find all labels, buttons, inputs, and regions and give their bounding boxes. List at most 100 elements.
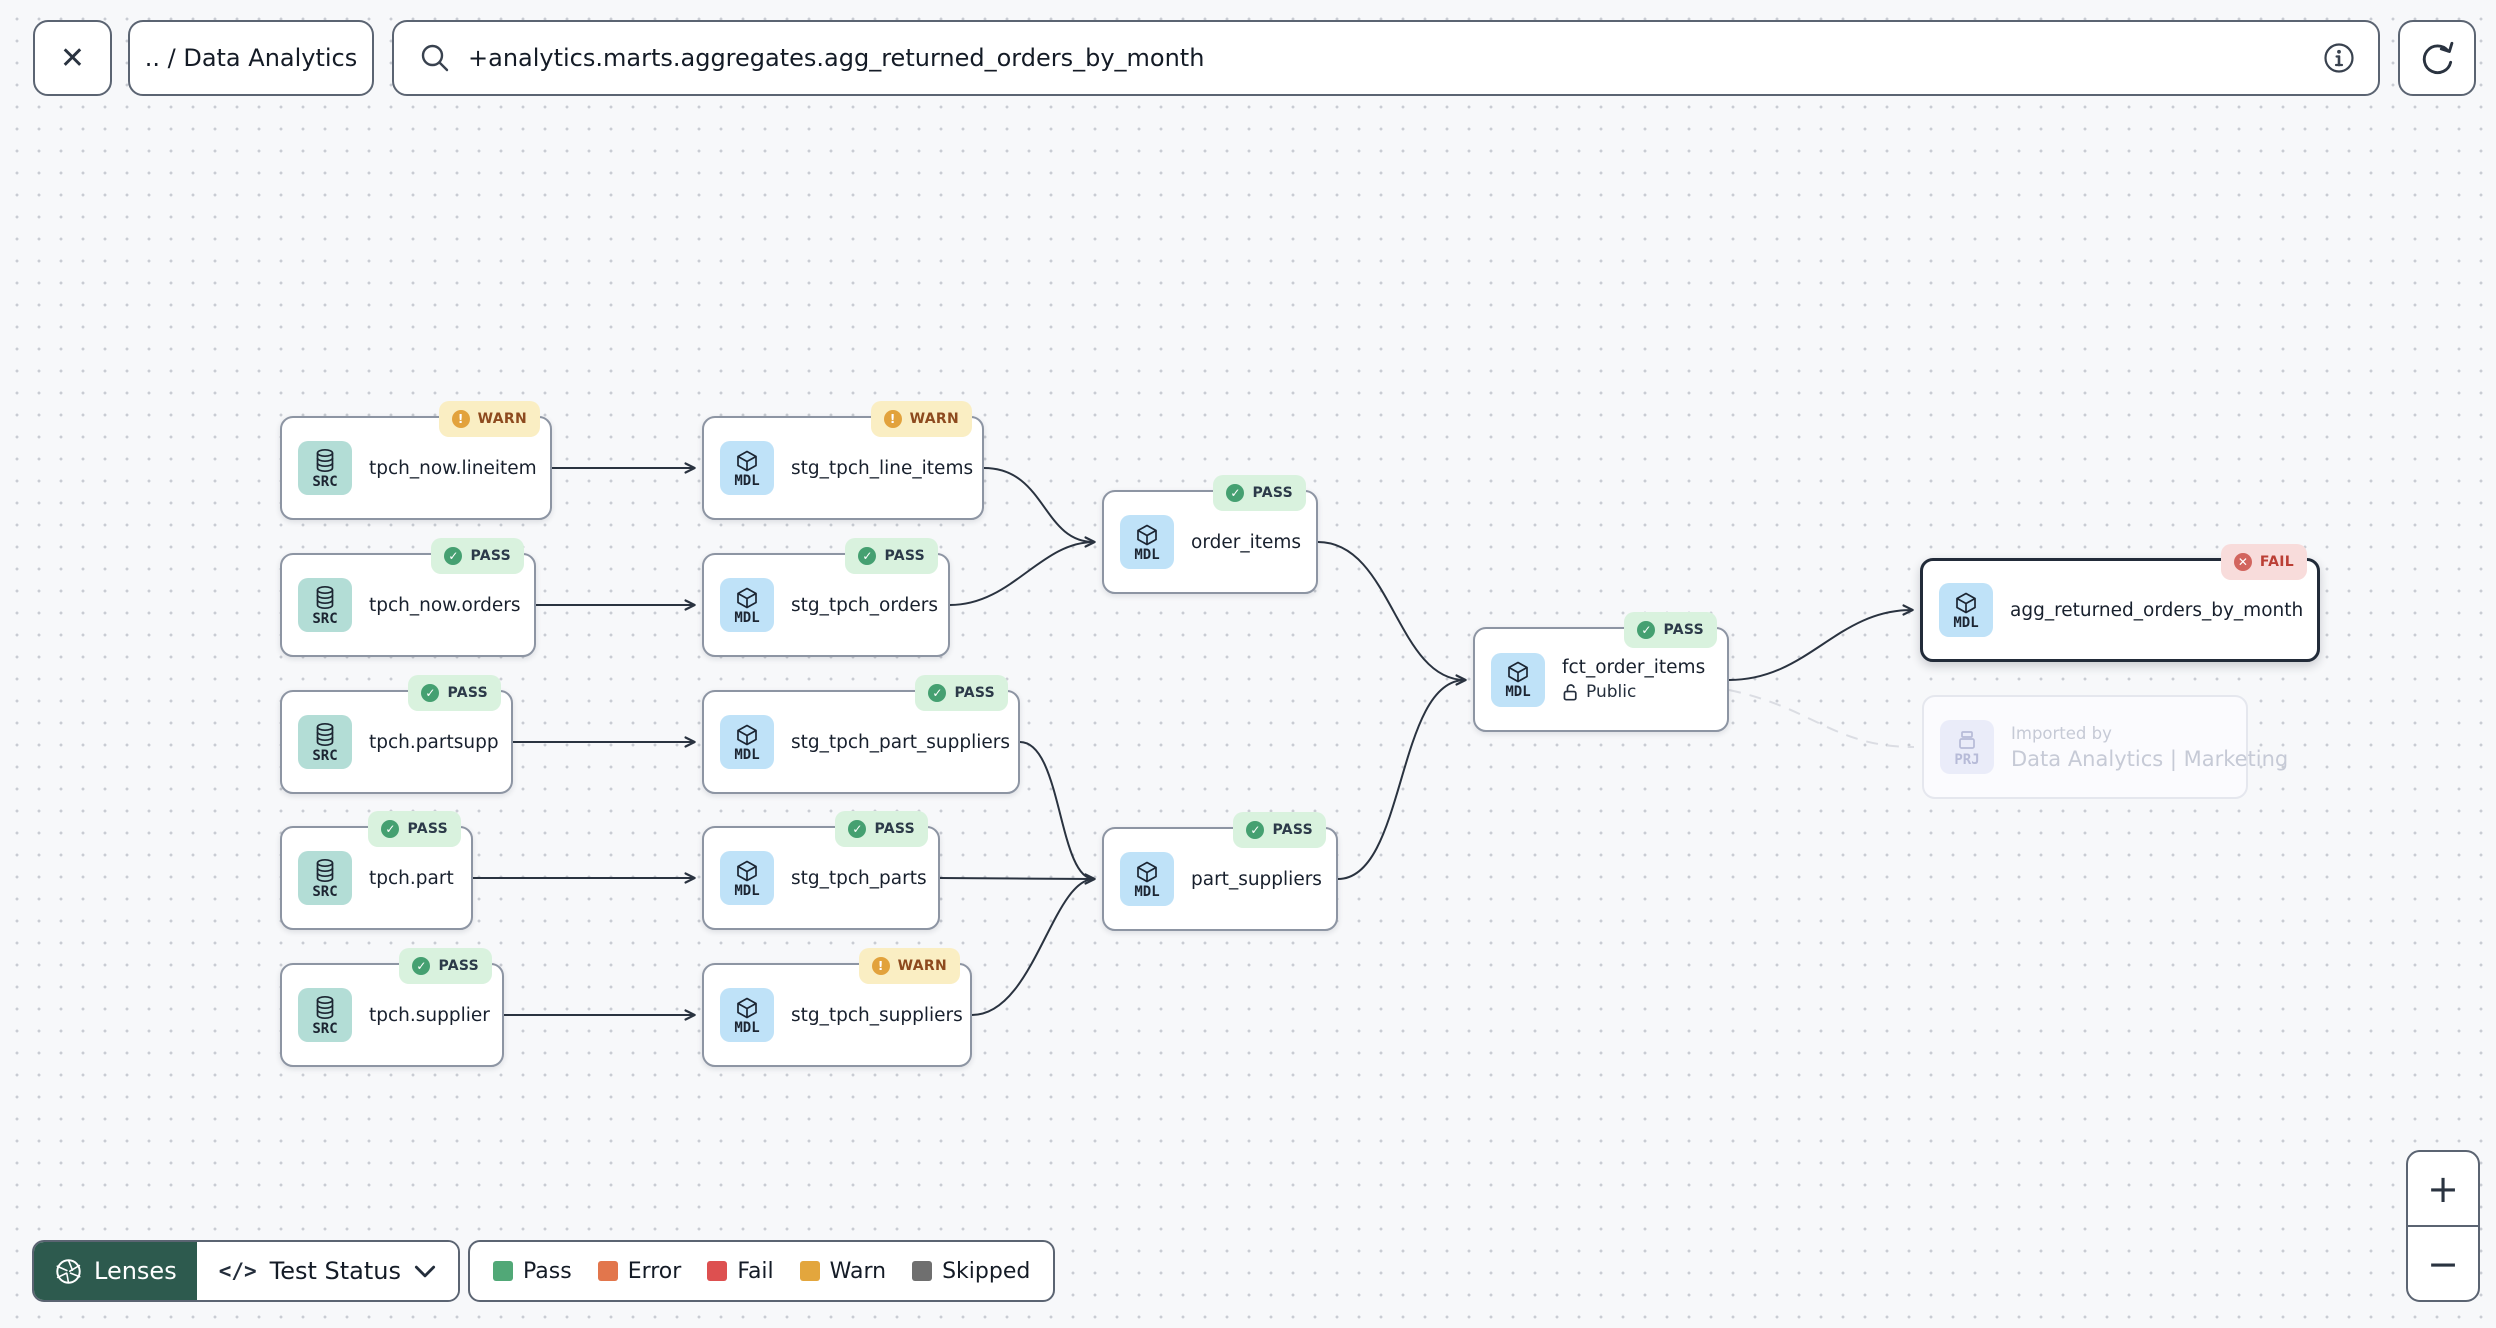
status-badge-pass: ✓ PASS <box>431 538 524 574</box>
pass-swatch <box>493 1261 513 1281</box>
warn-swatch <box>799 1261 820 1281</box>
check-icon: ✓ <box>1226 484 1245 502</box>
source-type-icon: SRC <box>298 578 352 632</box>
model-type-icon: MDL <box>1120 852 1174 906</box>
status-badge-warn: ! WARN <box>870 401 972 437</box>
node-stg_tpch_part_suppliers[interactable]: ✓ PASS MDL stg_tpch_part_suppliers <box>702 675 1020 794</box>
source-type-icon: SRC <box>298 988 352 1042</box>
cube-icon <box>737 450 757 471</box>
warn-icon: ! <box>871 957 890 975</box>
error-swatch <box>597 1261 618 1281</box>
node-tpch-supplier[interactable]: ✓ PASS SRC tpch.supplier <box>280 948 504 1067</box>
status-badge-pass: ✓ PASS <box>915 675 1008 711</box>
cube-icon <box>737 997 757 1018</box>
node-agg_returned_orders_by_month[interactable]: ✕ FAIL MDL agg_returned_orders_by_month <box>1920 544 2320 662</box>
check-icon: ✓ <box>848 820 867 838</box>
lineage-canvas[interactable]: ✕ .. / Data Analytics +analytics.marts.a… <box>0 0 2496 1328</box>
project-type-icon: PRJ <box>1940 720 1994 774</box>
status-badge-pass: ✓ PASS <box>1624 612 1717 648</box>
refresh-icon <box>2422 41 2454 75</box>
node-tpch_now-lineitem[interactable]: ! WARN SRC tpch_now.lineitem <box>280 401 552 520</box>
skipped-swatch <box>912 1261 933 1281</box>
edge-layer <box>473 462 1915 1021</box>
check-icon: ✓ <box>858 547 877 565</box>
node-stg_tpch_orders[interactable]: ✓ PASS MDL stg_tpch_orders <box>702 538 950 657</box>
node-tpch_now-orders[interactable]: ✓ PASS SRC tpch_now.orders <box>280 538 536 657</box>
cube-icon <box>1956 592 1976 613</box>
node-tpch-part[interactable]: ✓ PASS SRC tpch.part <box>280 811 473 930</box>
check-icon: ✓ <box>421 684 440 702</box>
database-icon <box>316 448 334 472</box>
node-stg_tpch_line_items[interactable]: ! WARN MDL stg_tpch_line_items <box>702 401 984 520</box>
lenses-button[interactable]: Lenses <box>34 1242 197 1300</box>
legend-item-error: Error <box>597 1259 681 1284</box>
archive-icon <box>1959 730 1975 749</box>
status-badge-pass: ✓ PASS <box>835 811 928 847</box>
check-icon: ✓ <box>444 547 463 565</box>
source-type-icon: SRC <box>298 441 352 495</box>
node-imported-by-project[interactable]: PRJ Imported by Data Analytics | Marketi… <box>1922 695 2289 799</box>
model-type-icon: MDL <box>1939 583 1993 637</box>
model-type-icon: MDL <box>720 441 774 495</box>
breadcrumb-label: .. / Data Analytics <box>144 44 358 72</box>
status-badge-pass: ✓ PASS <box>1213 475 1306 511</box>
database-icon <box>316 995 334 1019</box>
lens-selector-test-status[interactable]: </> Test Status <box>196 1242 459 1300</box>
node-tpch-partsupp[interactable]: ✓ PASS SRC tpch.partsupp <box>280 675 513 794</box>
status-badge-pass: ✓ PASS <box>399 948 492 984</box>
cube-icon <box>1137 861 1157 882</box>
status-badge-warn: ! WARN <box>438 401 540 437</box>
model-type-icon: MDL <box>720 715 774 769</box>
search-icon <box>421 44 449 72</box>
legend-item-skipped: Skipped <box>912 1259 1030 1284</box>
warn-icon: ! <box>883 410 902 428</box>
close-button[interactable]: ✕ <box>33 20 112 96</box>
fail-icon: ✕ <box>2233 553 2252 571</box>
status-badge-pass: ✓ PASS <box>845 538 938 574</box>
model-type-icon: MDL <box>720 578 774 632</box>
model-type-icon: MDL <box>720 988 774 1042</box>
chevron-down-icon <box>414 1265 436 1277</box>
legend-item-pass: Pass <box>493 1259 572 1284</box>
cube-icon <box>737 587 757 608</box>
node-stg_tpch_parts[interactable]: ✓ PASS MDL stg_tpch_parts <box>702 811 940 930</box>
database-icon <box>316 585 334 609</box>
cube-icon <box>737 860 757 881</box>
database-icon <box>316 722 334 746</box>
close-icon: ✕ <box>59 40 86 76</box>
refresh-button[interactable] <box>2398 20 2476 96</box>
status-badge-pass: ✓ PASS <box>408 675 501 711</box>
database-icon <box>316 858 334 882</box>
node-stg_tpch_suppliers[interactable]: ! WARN MDL stg_tpch_suppliers <box>702 948 972 1067</box>
check-icon: ✓ <box>412 957 431 975</box>
imported-by-label: Imported by <box>2011 723 2112 743</box>
check-icon: ✓ <box>381 820 400 838</box>
model-type-icon: MDL <box>1491 652 1545 707</box>
legend-item-fail: Fail <box>707 1259 774 1284</box>
cube-icon <box>1508 661 1528 683</box>
zoom-out-button[interactable]: − <box>2408 1225 2478 1300</box>
node-part_suppliers[interactable]: ✓ PASS MDL part_suppliers <box>1102 812 1338 931</box>
check-icon: ✓ <box>1637 621 1656 639</box>
legend-item-warn: Warn <box>799 1259 886 1284</box>
node-fct_order_items[interactable]: ✓ PASS MDL fct_order_items Public <box>1473 612 1729 732</box>
cube-icon <box>1137 524 1157 545</box>
source-type-icon: SRC <box>298 715 352 769</box>
unlock-icon <box>1563 683 1577 701</box>
model-type-icon: MDL <box>720 851 774 905</box>
cube-icon <box>737 724 757 745</box>
status-badge-pass: ✓ PASS <box>1233 812 1326 848</box>
zoom-in-button[interactable]: + <box>2408 1152 2478 1225</box>
project-name: Data Analytics | Marketing <box>2011 746 2289 771</box>
source-type-icon: SRC <box>298 851 352 905</box>
info-icon[interactable] <box>2320 39 2358 77</box>
search-input[interactable] <box>468 44 2320 72</box>
status-badge-warn: ! WARN <box>858 948 960 984</box>
breadcrumb[interactable]: .. / Data Analytics <box>128 20 374 96</box>
lenses-control: Lenses </> Test Status <box>32 1240 461 1302</box>
model-type-icon: MDL <box>1120 515 1174 569</box>
node-order_items[interactable]: ✓ PASS MDL order_items <box>1102 475 1318 594</box>
check-icon: ✓ <box>1246 821 1265 839</box>
lineage-search[interactable] <box>392 20 2380 96</box>
fail-swatch <box>707 1261 728 1281</box>
